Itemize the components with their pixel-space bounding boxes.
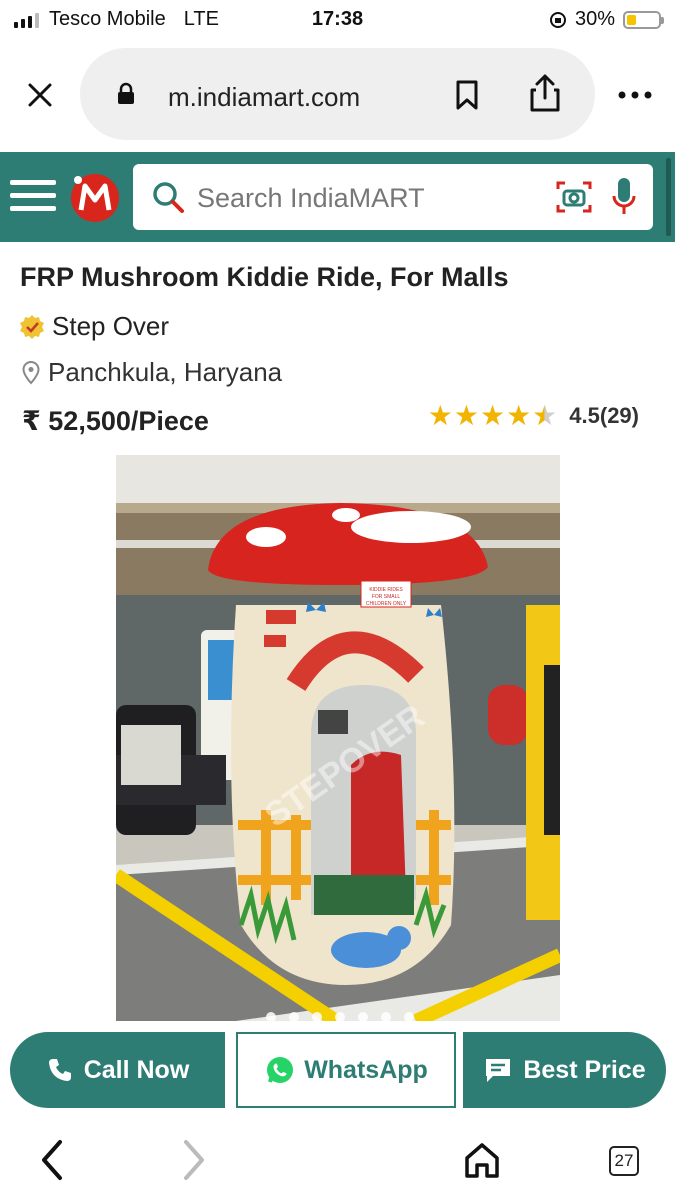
bookmark-icon[interactable] (450, 77, 484, 113)
menu-icon[interactable] (10, 178, 56, 214)
product-photo: KIDDIE RIDES FOR SMALL CHILDREN ONLY STE… (116, 455, 560, 1021)
rating-star: ★ (427, 400, 453, 431)
product-title: FRP Mushroom Kiddie Ride, For Malls (20, 262, 509, 292)
site-search-box[interactable]: Search IndiaMART (133, 164, 653, 230)
seller-row[interactable]: Step Over (18, 311, 169, 342)
search-icon (153, 182, 184, 213)
status-bar: Tesco Mobile LTE 17:38 30% (0, 0, 675, 40)
seller-name[interactable]: Step Over (52, 311, 169, 342)
svg-text:KIDDIE RIDES: KIDDIE RIDES (369, 587, 403, 593)
share-icon[interactable] (525, 71, 565, 115)
battery-fill (627, 14, 636, 25)
address-bar[interactable]: m.indiamart.com (80, 48, 595, 140)
rating-text: 4.5(29) (569, 403, 639, 428)
battery-icon (623, 10, 664, 29)
phone-icon (48, 1059, 71, 1081)
svg-text:CHILDREN ONLY: CHILDREN ONLY (366, 601, 407, 607)
site-search-input[interactable]: Search IndiaMART (197, 183, 425, 214)
tab-count: 27 (614, 1151, 634, 1170)
rating-star: ★ (506, 400, 532, 431)
rating-star: ★ (532, 400, 558, 431)
whatsapp-label: WhatsApp (304, 1055, 428, 1084)
header-scroll-accent (666, 158, 671, 236)
indiamart-logo[interactable] (68, 170, 122, 224)
rating-star: ★ (453, 400, 479, 431)
browser-bottom-nav: 27 (0, 1118, 675, 1200)
location-pin-icon (22, 360, 40, 384)
svg-text:FOR SMALL: FOR SMALL (372, 594, 401, 600)
close-icon[interactable] (22, 77, 58, 113)
call-now-label: Call Now (83, 1055, 190, 1084)
browser-bar: m.indiamart.com (0, 45, 675, 145)
back-icon[interactable] (36, 1138, 68, 1182)
status-right: 30% (549, 8, 664, 31)
camera-search-icon[interactable] (555, 179, 593, 215)
call-now-button[interactable]: Call Now (10, 1032, 225, 1108)
home-icon[interactable] (462, 1140, 502, 1180)
action-bar: Call Now WhatsApp Best Price (0, 1030, 675, 1112)
lock-icon (118, 82, 134, 104)
rating-stars: ★ ★ ★ ★ ★ (428, 402, 558, 430)
rating-star: ★ (479, 400, 506, 431)
url-text: m.indiamart.com (168, 82, 361, 112)
orientation-lock-icon (549, 11, 566, 28)
site-header: Search IndiaMART (0, 152, 675, 242)
message-icon (486, 1059, 511, 1082)
more-icon[interactable] (615, 83, 655, 107)
battery-percent: 30% (574, 8, 615, 30)
location-row: Panchkula, Haryana (22, 357, 282, 388)
product-price: ₹ 52,500/Piece (22, 406, 209, 436)
rating: ★ ★ ★ ★ ★ 4.5(29) (428, 402, 639, 430)
location-text: Panchkula, Haryana (48, 357, 283, 387)
verified-seller-icon (20, 314, 44, 339)
mic-icon[interactable] (611, 176, 637, 218)
tabs-icon[interactable]: 27 (609, 1146, 639, 1176)
best-price-label: Best Price (523, 1055, 646, 1084)
whatsapp-icon (267, 1057, 294, 1083)
best-price-button[interactable]: Best Price (463, 1032, 666, 1108)
product-image[interactable]: KIDDIE RIDES FOR SMALL CHILDREN ONLY STE… (116, 455, 560, 1021)
forward-icon[interactable] (178, 1138, 210, 1182)
whatsapp-button[interactable]: WhatsApp (236, 1032, 456, 1108)
